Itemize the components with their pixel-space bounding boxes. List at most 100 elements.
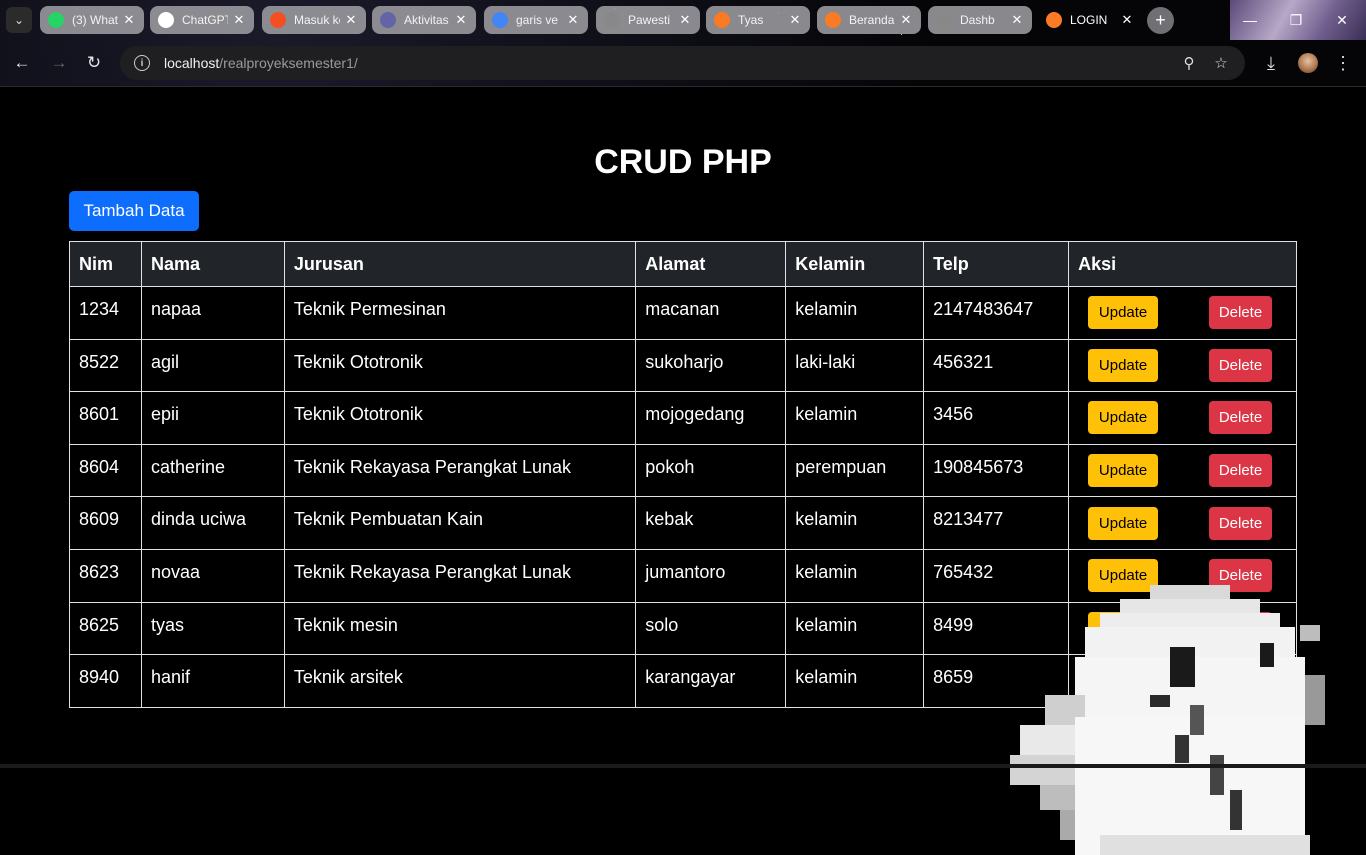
- browser-tab[interactable]: Beranda ✕: [817, 6, 921, 34]
- close-tab-icon[interactable]: ✕: [122, 12, 136, 28]
- arrow-right-icon: →: [50, 53, 68, 72]
- page-title: CRUD PHP: [594, 143, 772, 181]
- close-tab-icon[interactable]: ✕: [566, 12, 580, 28]
- delete-button[interactable]: Delete: [1209, 506, 1272, 540]
- reload-icon: ↻: [86, 53, 102, 72]
- close-window-button[interactable]: ✕: [1322, 6, 1362, 34]
- table-row: 8522 agil Teknik Ototronik sukoharjo laki-la…: [69, 338, 1297, 393]
- cell-actions: Update Delete: [1068, 496, 1297, 550]
- cell-nama: agil: [140, 338, 285, 393]
- cell-kelamin: laki-laki: [785, 338, 925, 393]
- browser-tab[interactable]: Pawesti ✕: [596, 6, 700, 34]
- table-row: 8609 dinda uciwa Teknik Pembuatan Kain keba…: [69, 496, 1297, 550]
- minimize-button[interactable]: —: [1230, 6, 1270, 34]
- cell-nim: 8604: [69, 443, 142, 498]
- restore-button[interactable]: ❐: [1276, 6, 1316, 34]
- browser-tab[interactable]: ChatGPT ✕: [150, 6, 254, 34]
- delete-button[interactable]: Delete: [1209, 559, 1272, 593]
- chevron-down-icon: ⌄: [13, 13, 25, 27]
- add-data-button[interactable]: Tambah Data: [69, 191, 199, 231]
- browser-tab[interactable]: Aktivitas ✕: [372, 6, 476, 34]
- loading-icon: [604, 12, 620, 28]
- update-button[interactable]: Update: [1088, 454, 1159, 488]
- delete-button[interactable]: Delete: [1209, 401, 1272, 435]
- bookmark-star-icon[interactable]: ☆: [1212, 54, 1230, 72]
- cell-kelamin: kelamin: [785, 654, 925, 708]
- table-header-row: Nim Nama Jurusan Alamat Kelamin Telp Aksi: [69, 241, 1297, 287]
- cell-alamat: macanan: [635, 286, 787, 340]
- cell-telp: 2147483647: [923, 286, 1070, 340]
- minimize-icon: —: [1243, 12, 1257, 28]
- update-button[interactable]: Update: [1088, 296, 1159, 330]
- menu-kebab-icon[interactable]: ⋮: [1334, 53, 1352, 73]
- cell-nama: catherine: [140, 443, 285, 498]
- browser-tab[interactable]: (3) WhatsApp ✕: [40, 6, 144, 34]
- cell-nama: napaa: [140, 286, 285, 340]
- delete-button[interactable]: Delete: [1209, 664, 1272, 698]
- column-header: Jurusan: [283, 241, 637, 287]
- cell-kelamin: kelamin: [785, 548, 925, 603]
- update-button[interactable]: Update: [1088, 401, 1159, 435]
- cell-nim: 8625: [69, 601, 142, 656]
- row-actions: Update Delete: [1078, 559, 1287, 593]
- delete-button[interactable]: Delete: [1209, 454, 1272, 488]
- back-button[interactable]: ←: [9, 50, 35, 76]
- update-button[interactable]: Update: [1088, 664, 1159, 698]
- update-button[interactable]: Update: [1088, 611, 1159, 645]
- download-icon[interactable]: ⤓: [1262, 53, 1280, 73]
- close-tab-icon[interactable]: ✕: [344, 12, 358, 28]
- profile-avatar[interactable]: [1298, 53, 1318, 73]
- column-header: Kelamin: [785, 241, 925, 287]
- browser-tab[interactable]: Dashb ✕: [928, 6, 1032, 34]
- xampp-icon: [825, 12, 841, 28]
- zoom-icon[interactable]: ⚲: [1180, 54, 1198, 72]
- close-tab-icon[interactable]: ✕: [1010, 12, 1024, 28]
- browser-tab[interactable]: Masuk ke ✕: [262, 6, 366, 34]
- site-info-icon[interactable]: i: [134, 55, 150, 71]
- browser-tab[interactable]: garis ve ✕: [484, 6, 588, 34]
- close-tab-icon[interactable]: ✕: [1120, 12, 1134, 28]
- tab-title: ChatGPT: [182, 13, 228, 27]
- cell-telp: 190845673: [923, 443, 1070, 498]
- cell-kelamin: kelamin: [785, 391, 925, 445]
- address-bar[interactable]: i localhost/realproyeksemester1/: [120, 46, 1245, 80]
- update-button[interactable]: Update: [1088, 348, 1159, 382]
- plus-icon: +: [1155, 10, 1166, 30]
- update-button[interactable]: Update: [1088, 506, 1159, 540]
- cell-nama: hanif: [140, 654, 285, 708]
- close-tab-icon[interactable]: ✕: [788, 12, 802, 28]
- tab-search-button[interactable]: ⌄: [6, 7, 32, 33]
- taskbar-edge: [0, 764, 1366, 768]
- new-tab-button[interactable]: +: [1147, 7, 1174, 34]
- cell-alamat: mojogedang: [635, 391, 787, 445]
- browser-tab[interactable]: Tyas ✕: [706, 6, 810, 34]
- cell-nama: epii: [140, 391, 285, 445]
- cell-jurusan: Teknik Rekayasa Perangkat Lunak: [283, 548, 637, 603]
- delete-button[interactable]: Delete: [1209, 611, 1272, 645]
- close-tab-icon[interactable]: ✕: [454, 12, 468, 28]
- column-header: Aksi: [1068, 241, 1297, 287]
- reload-button[interactable]: ↻: [81, 50, 107, 76]
- tab-title: Pawesti: [628, 13, 671, 27]
- cell-actions: Update Delete: [1068, 391, 1297, 445]
- delete-button[interactable]: Delete: [1209, 348, 1272, 382]
- close-tab-icon[interactable]: ✕: [678, 12, 692, 28]
- cell-actions: Update Delete: [1068, 548, 1297, 603]
- close-icon: ✕: [1336, 11, 1348, 28]
- chatgpt-icon: [158, 12, 174, 28]
- column-header: Nim: [69, 241, 142, 287]
- tab-title: LOGIN: [1070, 13, 1108, 27]
- cell-actions: Update Delete: [1068, 443, 1297, 498]
- browser-tab[interactable]: LOGIN ✕: [1038, 6, 1142, 34]
- cell-nim: 8522: [69, 338, 142, 393]
- cell-alamat: kebak: [635, 496, 787, 550]
- cell-jurusan: Teknik arsitek: [283, 654, 637, 708]
- close-tab-icon[interactable]: ✕: [232, 12, 246, 28]
- whatsapp-icon: [48, 12, 64, 28]
- close-tab-icon[interactable]: ✕: [899, 12, 913, 28]
- forward-button[interactable]: →: [46, 50, 72, 76]
- delete-button[interactable]: Delete: [1209, 296, 1272, 330]
- update-button[interactable]: Update: [1088, 559, 1159, 593]
- row-actions: Update Delete: [1078, 401, 1287, 435]
- cell-telp: 456321: [923, 338, 1070, 393]
